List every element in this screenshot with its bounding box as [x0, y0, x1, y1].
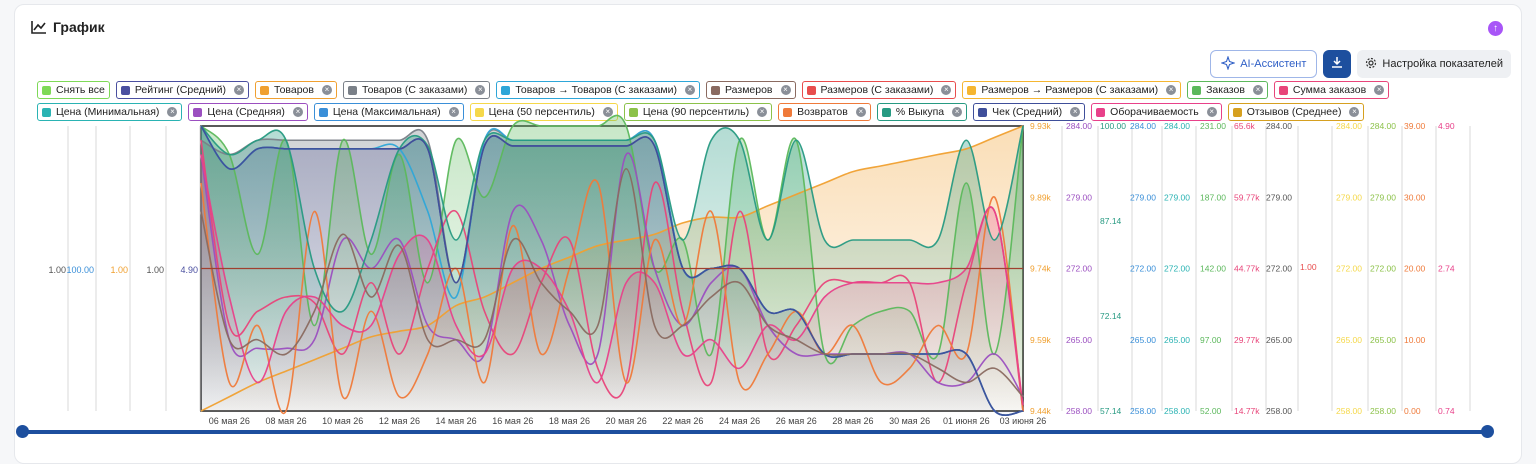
x-axis-tick-label: 30 мая 26	[889, 416, 930, 426]
right-axis-tick-label: 258.00	[1266, 406, 1292, 416]
right-axis-tick-label: 279.00	[1336, 192, 1362, 202]
right-axis-tick-label: 29.77k	[1234, 335, 1260, 345]
right-axis-tick-label: 97.00	[1200, 335, 1222, 345]
x-axis-tick-label: 06 мая 26	[209, 416, 250, 426]
right-axis-tick-label: 258.00	[1370, 406, 1396, 416]
x-axis-tick-label: 18 мая 26	[549, 416, 590, 426]
right-axis-tick-label: 258.00	[1336, 406, 1362, 416]
right-axis-tick-label: 284.00	[1066, 121, 1092, 131]
left-axis-tick-label: 1.00	[48, 265, 66, 275]
left-axis-tick-label: 1.00	[146, 265, 164, 275]
right-axis-tick-label: 9.93k	[1030, 121, 1052, 131]
left-axis-tick-label: 4.90	[180, 265, 198, 275]
right-axis-tick-label: 279.00	[1164, 192, 1190, 202]
right-axis-tick-label: 65.6k	[1234, 121, 1256, 131]
right-axis-tick-label: 0.74	[1438, 406, 1455, 416]
right-axis-tick-label: 10.00	[1404, 335, 1426, 345]
right-axis-tick-label: 272.00	[1266, 264, 1292, 274]
right-axis-tick-label: 72.14	[1100, 311, 1122, 321]
right-axis-tick-label: 265.00	[1066, 335, 1092, 345]
x-axis-tick-label: 26 мая 26	[776, 416, 817, 426]
right-axis-tick-label: 9.44k	[1030, 406, 1052, 416]
right-axis-tick-label: 231.00	[1200, 121, 1226, 131]
right-axis-tick-label: 9.74k	[1030, 264, 1052, 274]
right-axis-tick-label: 52.00	[1200, 406, 1222, 416]
right-axis-tick-label: 2.74	[1438, 264, 1455, 274]
right-axis-tick-label: 284.00	[1130, 121, 1156, 131]
right-axis-tick-label: 265.00	[1370, 335, 1396, 345]
x-axis-tick-label: 24 мая 26	[719, 416, 760, 426]
date-range-slider[interactable]	[16, 425, 1494, 438]
right-axis-tick-label: 272.00	[1336, 264, 1362, 274]
right-axis-tick-label: 258.00	[1164, 406, 1190, 416]
x-axis-tick-label: 22 мая 26	[662, 416, 703, 426]
right-axis-tick-label: 279.00	[1266, 192, 1292, 202]
x-axis-tick-label: 01 июня 26	[943, 416, 990, 426]
right-axis-tick-label: 265.00	[1164, 335, 1190, 345]
right-axis-tick-label: 279.00	[1130, 192, 1156, 202]
x-axis-tick-label: 10 мая 26	[322, 416, 363, 426]
right-axis-tick-label: 0.00	[1404, 406, 1421, 416]
left-axis-tick-label: 1.00	[110, 265, 128, 275]
range-start-handle[interactable]	[16, 425, 29, 438]
x-axis-tick-label: 20 мая 26	[606, 416, 647, 426]
right-axis-tick-label: 9.89k	[1030, 192, 1052, 202]
right-axis-tick-label: 265.00	[1336, 335, 1362, 345]
x-axis-tick-label: 16 мая 26	[492, 416, 533, 426]
right-axis-tick-label: 1.00	[1300, 262, 1317, 272]
right-axis-tick-label: 258.00	[1130, 406, 1156, 416]
right-axis-tick-label: 284.00	[1164, 121, 1190, 131]
right-axis-tick-label: 100.00	[1100, 121, 1126, 131]
right-axis-tick-label: 20.00	[1404, 264, 1426, 274]
right-axis-tick-label: 44.77k	[1234, 264, 1260, 274]
right-axis-tick-label: 279.00	[1370, 192, 1396, 202]
right-axis-tick-label: 187.00	[1200, 192, 1226, 202]
right-axis-tick-label: 87.14	[1100, 216, 1122, 226]
range-end-handle[interactable]	[1481, 425, 1494, 438]
right-axis-tick-label: 9.59k	[1030, 335, 1052, 345]
right-axis-tick-label: 272.00	[1130, 264, 1156, 274]
right-axis-tick-label: 272.00	[1164, 264, 1190, 274]
right-axis-tick-label: 14.77k	[1234, 406, 1260, 416]
right-axis-tick-label: 272.00	[1066, 264, 1092, 274]
right-axis-tick-label: 30.00	[1404, 192, 1426, 202]
chart-canvas: 1.00 100.00 1.00 1.00 4.909.93k9.89k9.74k9.5…	[48, 114, 1471, 426]
right-axis-tick-label: 265.00	[1130, 335, 1156, 345]
right-axis-tick-label: 39.00	[1404, 121, 1426, 131]
right-axis-tick-label: 272.00	[1370, 264, 1396, 274]
left-axis-tick-label: 100.00	[66, 265, 94, 275]
x-axis-tick-label: 03 июня 26	[1000, 416, 1047, 426]
right-axis-tick-label: 142.00	[1200, 264, 1226, 274]
right-axis-tick-label: 284.00	[1336, 121, 1362, 131]
right-axis-tick-label: 284.00	[1266, 121, 1292, 131]
right-axis-tick-label: 57.14	[1100, 406, 1122, 416]
x-axis-tick-label: 08 мая 26	[265, 416, 306, 426]
x-axis-tick-label: 14 мая 26	[436, 416, 477, 426]
x-axis-tick-label: 28 мая 26	[832, 416, 873, 426]
x-axis-tick-label: 12 мая 26	[379, 416, 420, 426]
right-axis-tick-label: 265.00	[1266, 335, 1292, 345]
right-axis-tick-label: 279.00	[1066, 192, 1092, 202]
right-axis-tick-label: 284.00	[1370, 121, 1396, 131]
right-axis-tick-label: 59.77k	[1234, 192, 1260, 202]
right-axis-tick-label: 4.90	[1438, 121, 1455, 131]
right-axis-tick-label: 258.00	[1066, 406, 1092, 416]
